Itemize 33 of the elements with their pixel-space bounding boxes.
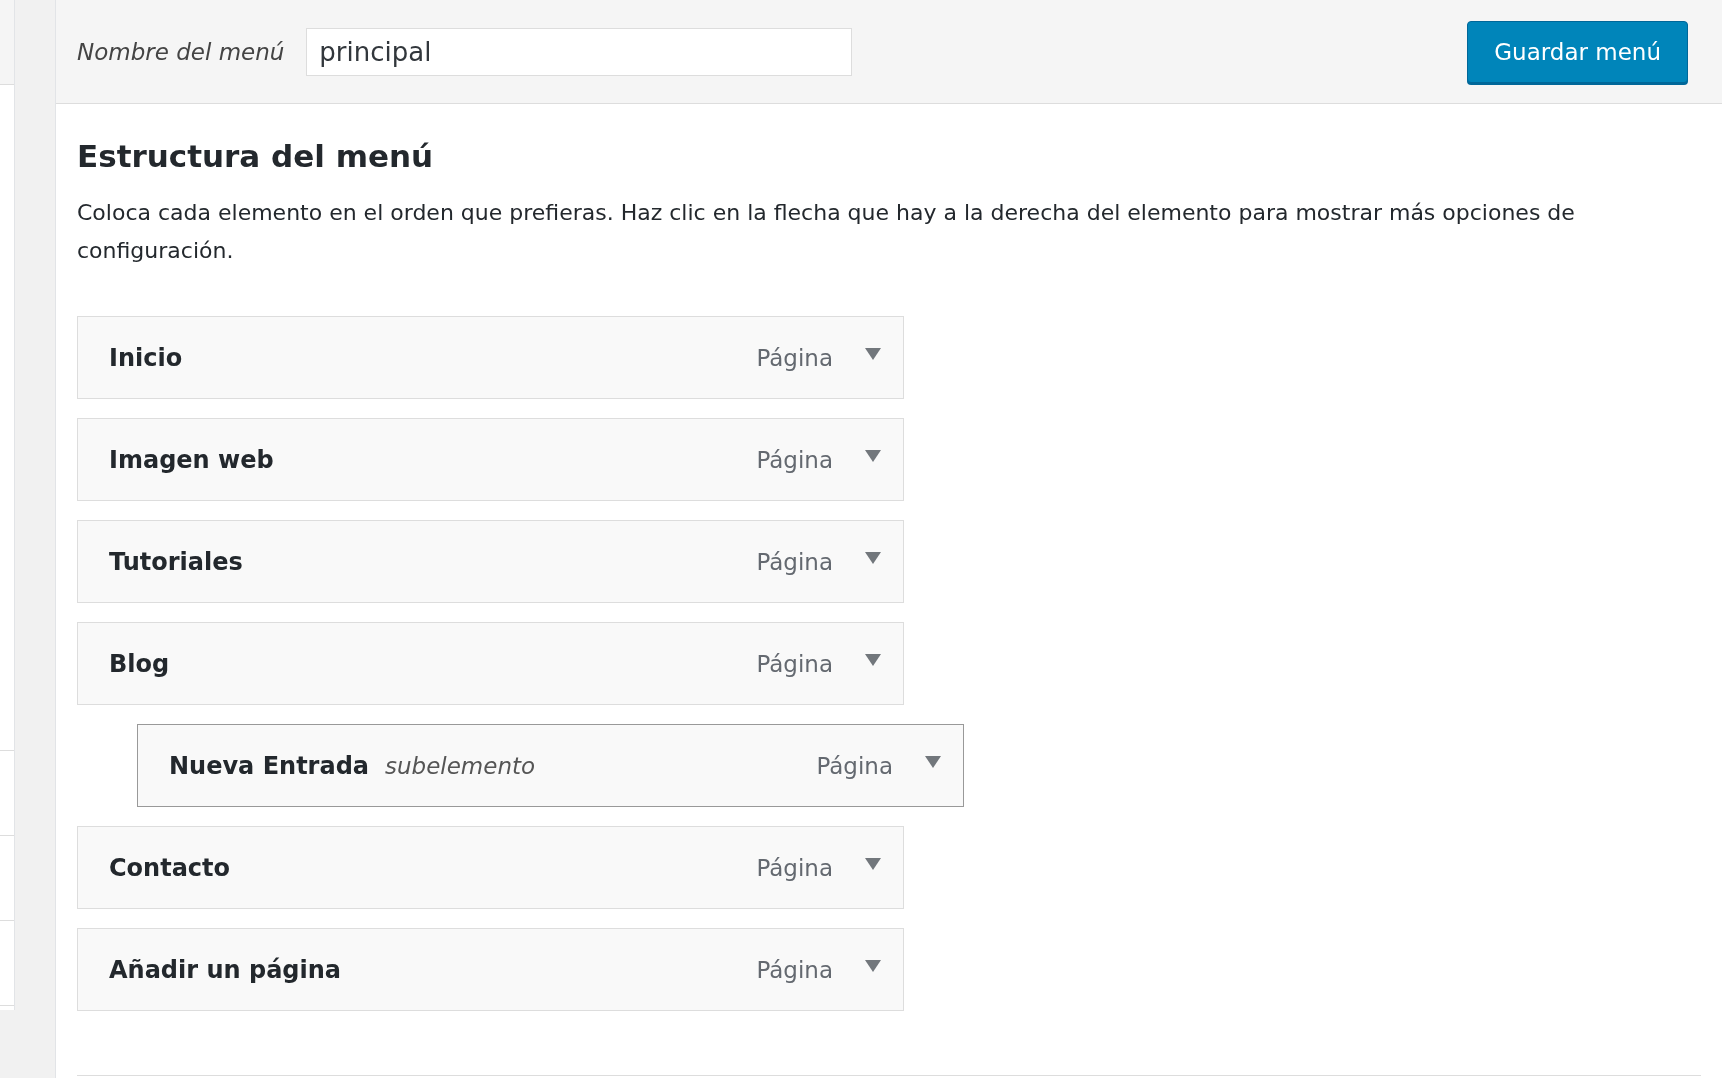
menu-item-title: Nueva Entrada — [169, 751, 369, 780]
menu-item[interactable]: Tutoriales Página — [77, 520, 904, 603]
dropdown-arrow-icon[interactable] — [865, 653, 881, 666]
menu-item-title: Blog — [109, 649, 170, 678]
item-type: Página — [756, 344, 833, 371]
dropdown-arrow-icon[interactable] — [925, 755, 941, 768]
item-type: Página — [756, 548, 833, 575]
menu-item[interactable]: Blog Página — [77, 622, 904, 705]
menu-item-title: Contacto — [109, 853, 231, 882]
item-type: Página — [756, 956, 833, 983]
dropdown-arrow-icon[interactable] — [865, 857, 881, 870]
menu-item-title: Añadir un página — [109, 955, 342, 984]
menu-item[interactable]: Contacto Página — [77, 826, 904, 909]
menu-item[interactable]: Inicio Página — [77, 316, 904, 399]
dropdown-arrow-icon[interactable] — [865, 347, 881, 360]
dropdown-arrow-icon[interactable] — [865, 959, 881, 972]
menu-item-title: Imagen web — [109, 445, 274, 474]
section-title: Estructura del menú — [77, 138, 435, 174]
item-type: Página — [816, 752, 893, 779]
menu-name-label: Nombre del menú — [77, 38, 285, 65]
dropdown-arrow-icon[interactable] — [865, 449, 881, 462]
menu-item[interactable]: Imagen web Página — [77, 418, 904, 501]
menu-item-title: Inicio — [109, 343, 183, 372]
menu-item-title: Tutoriales — [109, 547, 243, 576]
menu-item[interactable]: Añadir un página Página — [77, 928, 904, 1011]
menu-name-field[interactable]: principal — [306, 27, 853, 76]
subitem-label: subelemento — [385, 752, 536, 779]
item-type: Página — [756, 650, 833, 677]
save-menu-button[interactable]: Guardar menú — [1467, 20, 1688, 83]
instructions-text: Coloca cada elemento en el orden que prefieras. Haz clic en la flecha que hay a la derecha del elemento para mostrar más opciones de configuración. — [77, 199, 1576, 265]
dropdown-arrow-icon[interactable] — [865, 551, 881, 564]
item-type: Página — [756, 854, 833, 881]
item-type: Página — [756, 446, 833, 473]
